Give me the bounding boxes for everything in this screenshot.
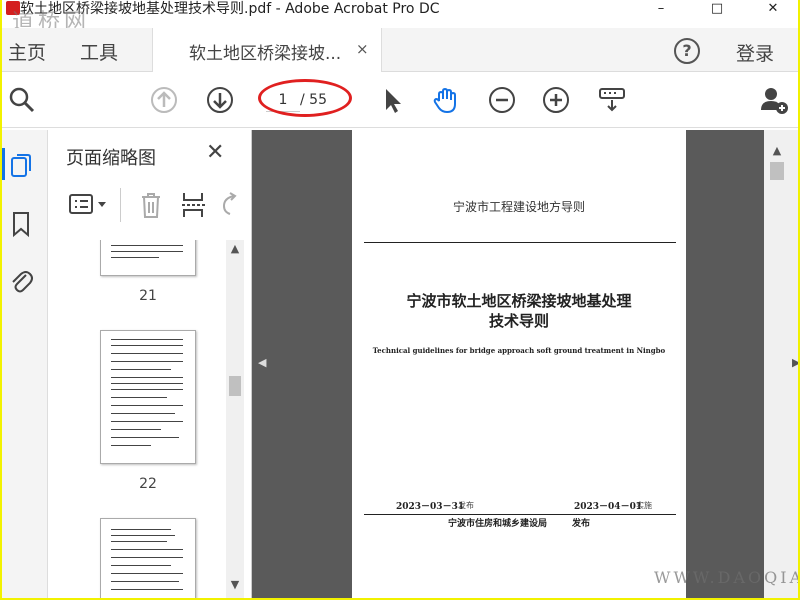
acrobat-window: 软土地区桥梁接坡地基处理技术导则.pdf - Adobe Acrobat Pro… bbox=[2, 0, 798, 598]
thumbnail-label-22: 22 bbox=[139, 476, 157, 492]
thumb-line bbox=[111, 429, 161, 430]
collapse-panel-icon[interactable]: ◀ bbox=[258, 356, 266, 369]
maximize-button[interactable]: □ bbox=[694, 0, 740, 20]
thumb-line bbox=[111, 541, 167, 542]
doc-header: 宁波市工程建设地方导则 bbox=[452, 200, 585, 214]
document-tab[interactable]: 软土地区桥梁接坡... × bbox=[152, 28, 382, 72]
thumb-line bbox=[111, 535, 175, 536]
thumb-line bbox=[111, 345, 183, 346]
title-bar: 软土地区桥梁接坡地基处理技术导则.pdf - Adobe Acrobat Pro… bbox=[2, 0, 798, 20]
doc-title-line2: 技术导则 bbox=[488, 312, 549, 330]
toolbar-divider bbox=[120, 188, 121, 222]
doc-scroll-up-icon[interactable]: ▲ bbox=[766, 144, 788, 157]
page-thumbnails-icon[interactable] bbox=[8, 152, 34, 178]
thumb-line bbox=[111, 397, 167, 398]
zoom-out-icon[interactable] bbox=[486, 84, 518, 116]
delete-page-icon[interactable] bbox=[138, 190, 164, 220]
effective-label: 实施 bbox=[636, 501, 652, 510]
thumb-line bbox=[111, 353, 183, 354]
thumb-line bbox=[111, 251, 183, 252]
attachments-icon[interactable] bbox=[8, 266, 34, 293]
pdf-page: 宁波市工程建设地方导则 宁波市软土地区桥梁接坡地基处理 技术导则 Technic… bbox=[352, 130, 686, 598]
minimize-button[interactable]: – bbox=[638, 0, 684, 20]
thumbnail-list: 21 22 bbox=[48, 240, 228, 598]
menu-home[interactable]: 主页 bbox=[8, 38, 46, 65]
doc-scroll-thumb[interactable] bbox=[770, 162, 784, 180]
active-indicator bbox=[2, 148, 5, 180]
thumb-line bbox=[111, 549, 183, 550]
thumb-line bbox=[111, 361, 183, 362]
add-user-icon[interactable] bbox=[758, 84, 790, 116]
thumb-line bbox=[111, 389, 183, 390]
close-tab-icon[interactable]: × bbox=[356, 40, 369, 58]
publish-date: 2023－03－31 bbox=[396, 502, 465, 512]
hand-tool-icon[interactable] bbox=[430, 84, 462, 116]
next-page-icon[interactable] bbox=[204, 84, 236, 116]
thumb-line bbox=[111, 437, 179, 438]
thumb-line bbox=[111, 245, 183, 246]
publish-label: 发布 bbox=[458, 501, 474, 510]
toolbar: 1 / 55 bbox=[2, 72, 798, 128]
scroll-thumb[interactable] bbox=[229, 376, 241, 396]
previous-page-icon[interactable] bbox=[148, 84, 180, 116]
login-button[interactable]: 登录 bbox=[736, 39, 774, 66]
thumb-line bbox=[111, 413, 175, 414]
expand-right-panel-icon[interactable]: ▶ bbox=[792, 356, 798, 369]
issuer-action: 发布 bbox=[572, 519, 591, 529]
insert-page-icon[interactable] bbox=[180, 190, 208, 220]
thumb-line bbox=[111, 581, 179, 582]
thumb-line bbox=[111, 445, 151, 446]
side-rail bbox=[2, 130, 48, 598]
thumbnail-page-22[interactable] bbox=[100, 330, 196, 464]
panel-close-icon[interactable]: ✕ bbox=[206, 140, 224, 165]
search-icon[interactable] bbox=[6, 84, 38, 116]
thumbnail-label-21: 21 bbox=[139, 288, 157, 304]
thumb-line bbox=[111, 377, 183, 378]
thumbnail-panel: 页面缩略图 ✕ 21 22 ▲ ▼ bbox=[48, 130, 252, 598]
scroll-up-icon[interactable]: ▲ bbox=[226, 242, 244, 255]
thumb-line bbox=[111, 573, 183, 574]
thumbnail-page-21[interactable] bbox=[100, 240, 196, 276]
document-tab-label: 软土地区桥梁接坡... bbox=[189, 44, 342, 64]
thumb-line bbox=[111, 383, 183, 384]
footer-rule bbox=[364, 514, 676, 515]
page-gutter bbox=[686, 130, 764, 598]
menu-bar: 主页 工具 软土地区桥梁接坡... × ? 登录 bbox=[2, 28, 798, 72]
rotate-page-icon[interactable] bbox=[220, 192, 240, 218]
effective-date: 2023－04－01 bbox=[574, 502, 643, 512]
thumb-line bbox=[111, 257, 159, 258]
annotation-ellipse bbox=[258, 79, 352, 117]
thumb-line bbox=[111, 339, 183, 340]
thumb-line bbox=[111, 369, 171, 370]
document-scrollbar[interactable]: ▲ ▶ bbox=[764, 130, 798, 598]
zoom-in-icon[interactable] bbox=[540, 84, 572, 116]
thumbnail-options-icon[interactable] bbox=[68, 192, 112, 218]
watermark-bottom: WWW.DAOQIAO.COM bbox=[654, 568, 798, 587]
header-rule bbox=[364, 242, 676, 243]
bookmarks-icon[interactable] bbox=[8, 210, 34, 238]
panel-toolbar bbox=[64, 188, 244, 224]
panel-title: 页面缩略图 bbox=[66, 148, 156, 169]
doc-subtitle-en: Technical guidelines for bridge approach… bbox=[372, 346, 666, 355]
thumbnail-page-23[interactable] bbox=[100, 518, 196, 598]
thumb-line bbox=[111, 565, 171, 566]
help-icon[interactable]: ? bbox=[674, 38, 700, 64]
document-view[interactable]: ◀ 宁波市工程建设地方导则 宁波市软土地区桥梁接坡地基处理 技术导则 Techn… bbox=[252, 130, 764, 598]
thumb-line bbox=[111, 405, 183, 406]
thumb-line bbox=[111, 529, 171, 530]
issuer: 宁波市住房和城乡建设局 bbox=[448, 519, 548, 529]
select-tool-icon[interactable] bbox=[376, 84, 408, 116]
thumbnail-scrollbar[interactable]: ▲ ▼ bbox=[226, 240, 244, 598]
close-window-button[interactable]: ✕ bbox=[750, 0, 796, 20]
scroll-down-icon[interactable]: ▼ bbox=[226, 578, 244, 591]
document-vscroll[interactable]: ▲ bbox=[766, 130, 788, 598]
thumb-line bbox=[111, 589, 183, 590]
thumb-line bbox=[111, 557, 183, 558]
page-display-icon[interactable] bbox=[596, 84, 628, 116]
doc-title-line1: 宁波市软土地区桥梁接坡地基处理 bbox=[406, 292, 632, 310]
thumb-line bbox=[111, 421, 183, 422]
menu-tools[interactable]: 工具 bbox=[80, 38, 118, 65]
